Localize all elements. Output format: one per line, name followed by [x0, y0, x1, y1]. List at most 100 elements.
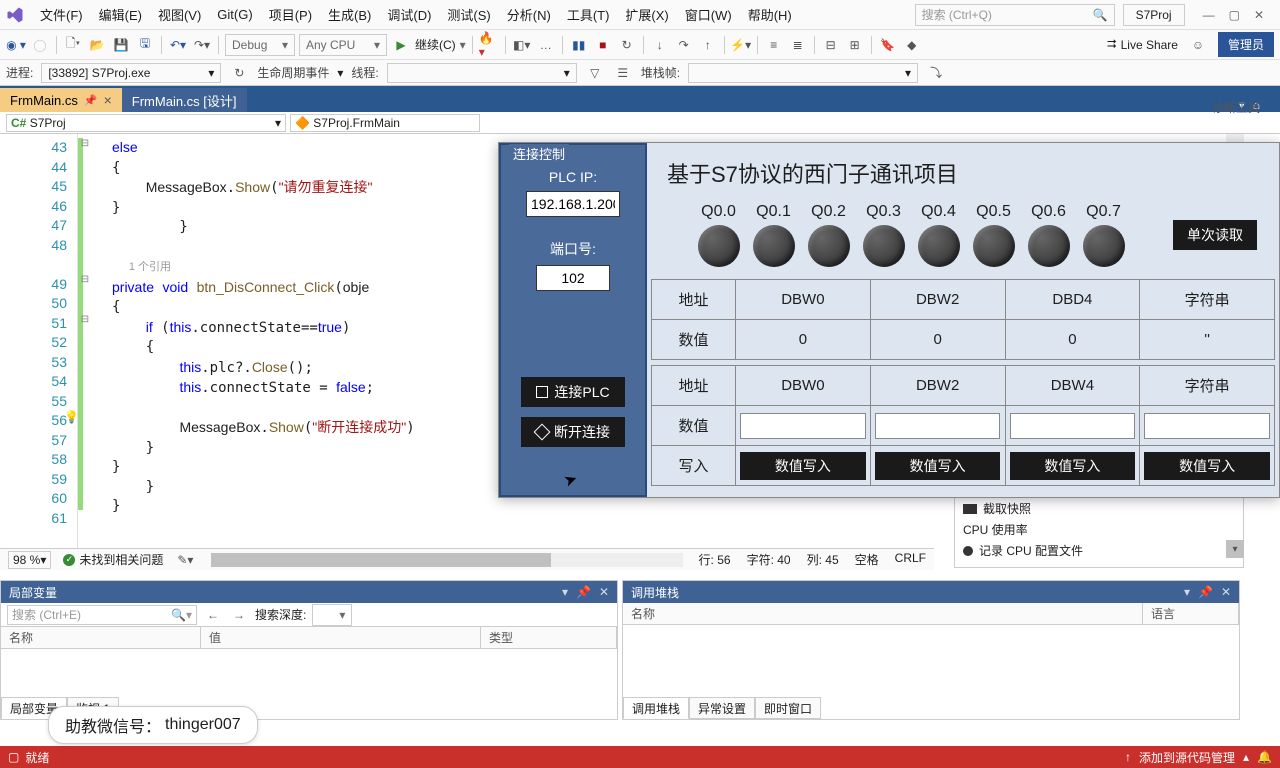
write-input-2[interactable] [1010, 413, 1136, 439]
comment-icon[interactable]: ⊟ [821, 35, 841, 55]
save-icon[interactable]: 💾 [111, 35, 131, 55]
new-file-icon[interactable]: 🗋▾ [63, 35, 83, 55]
close-panel-icon[interactable]: ✕ [1221, 585, 1231, 599]
indent-icon[interactable]: ≡ [764, 35, 784, 55]
menu-build[interactable]: 生成(B) [320, 1, 379, 28]
tab-callstack[interactable]: 调用堆栈 [623, 697, 689, 719]
bookmark-icon[interactable]: 🔖 [878, 35, 898, 55]
hotreload-icon[interactable]: 🔥▾ [479, 35, 499, 55]
undo-icon[interactable]: ↶▾ [168, 35, 188, 55]
brush-icon[interactable]: ✎▾ [175, 550, 195, 570]
disconnect-button[interactable]: 断开连接 [521, 417, 625, 447]
diagnostic-tools-header[interactable]: 诊断工具 [1212, 100, 1260, 114]
snapshot-button[interactable]: 截取快照 [963, 498, 1235, 519]
callstack-header[interactable]: 调用堆栈 ▾ 📌 ✕ [623, 581, 1239, 603]
stack-tool-icon[interactable]: ⤵ [926, 63, 946, 83]
tool-a-icon[interactable]: ⚡▾ [731, 35, 751, 55]
locals-header[interactable]: 局部变量 ▾ 📌 ✕ [1, 581, 617, 603]
fold-icon[interactable]: ⊟ [78, 274, 92, 285]
nav-project-dropdown[interactable]: C# S7Proj▾ [6, 114, 286, 132]
live-share-button[interactable]: ⮆ Live Share [1101, 37, 1184, 52]
continue-icon[interactable]: ▶ [391, 35, 411, 55]
maximize-button[interactable]: ▢ [1229, 8, 1240, 22]
write-input-0[interactable] [740, 413, 866, 439]
pin-panel-icon[interactable]: 📌 [576, 585, 591, 599]
menu-test[interactable]: 测试(S) [439, 1, 498, 28]
stackframe-dropdown[interactable]: ▾ [688, 63, 918, 83]
chevron-up-icon[interactable]: ▴ [1243, 750, 1249, 764]
depth-dropdown[interactable]: ▾ [312, 604, 352, 626]
source-control-button[interactable]: 添加到源代码管理 [1139, 749, 1235, 766]
forward-icon[interactable]: ◯ [30, 35, 50, 55]
fold-icon[interactable]: ⊟ [78, 314, 92, 325]
platform-dropdown[interactable]: Any CPU▾ [299, 34, 387, 56]
screenshot-icon[interactable]: … [536, 35, 556, 55]
lightbulb-icon[interactable]: 💡 [64, 408, 79, 428]
nav-back-icon[interactable]: ← [203, 605, 223, 625]
nav-class-dropdown[interactable]: 🔶 S7Proj.FrmMain [290, 114, 480, 132]
saveall-icon[interactable]: 🖫 [135, 35, 155, 55]
browser-icon[interactable]: ◧▾ [512, 35, 532, 55]
menu-help[interactable]: 帮助(H) [740, 1, 800, 28]
outdent-icon[interactable]: ≣ [788, 35, 808, 55]
write-btn-2[interactable]: 数值写入 [1010, 452, 1136, 480]
menu-project[interactable]: 项目(P) [261, 1, 320, 28]
open-icon[interactable]: 📂 [87, 35, 107, 55]
threads-icon[interactable]: ☰ [613, 63, 633, 83]
record-cpu-button[interactable]: 记录 CPU 配置文件 [963, 540, 1235, 561]
thread-dropdown[interactable]: ▾ [387, 63, 577, 83]
menu-file[interactable]: 文件(F) [32, 1, 91, 28]
error-list-summary[interactable]: ✓ 未找到相关问题 [63, 551, 163, 568]
menu-tools[interactable]: 工具(T) [559, 1, 618, 28]
tab-exception-settings[interactable]: 异常设置 [689, 697, 755, 719]
pin-panel-icon[interactable]: 📌 [1198, 585, 1213, 599]
title-search[interactable]: 搜索 (Ctrl+Q) 🔍 [915, 4, 1115, 26]
write-input-1[interactable] [875, 413, 1001, 439]
uncomment-icon[interactable]: ⊞ [845, 35, 865, 55]
write-btn-0[interactable]: 数值写入 [740, 452, 866, 480]
restart-icon[interactable]: ↻ [617, 35, 637, 55]
write-input-3[interactable] [1144, 413, 1270, 439]
menu-extensions[interactable]: 扩展(X) [617, 1, 676, 28]
tab-frmmain-designer[interactable]: FrmMain.cs [设计] [122, 88, 247, 112]
read-once-button[interactable]: 单次读取 [1173, 220, 1257, 250]
ip-input[interactable] [526, 191, 620, 217]
diag-scroll-down[interactable]: ▾ [1226, 540, 1244, 558]
tab-frmmain-cs[interactable]: FrmMain.cs 📌 × [0, 88, 122, 112]
pause-icon[interactable]: ▮▮ [569, 35, 589, 55]
upload-icon[interactable]: ↑ [1125, 750, 1131, 764]
menu-edit[interactable]: 编辑(E) [91, 1, 150, 28]
fold-icon[interactable]: ⊟ [78, 138, 92, 149]
notifications-icon[interactable]: 🔔 [1257, 750, 1272, 764]
pin-icon[interactable]: 📌 [84, 94, 98, 107]
feedback-icon[interactable]: ☺ [1188, 35, 1208, 55]
panel-dropdown-icon[interactable]: ▾ [562, 585, 568, 599]
back-icon[interactable]: ◉ ▾ [6, 35, 26, 55]
stepinto-icon[interactable]: ↓ [650, 35, 670, 55]
minimize-button[interactable]: — [1203, 8, 1215, 22]
locals-search[interactable]: 搜索 (Ctrl+E) 🔍▾ [7, 605, 197, 625]
tab-immediate[interactable]: 即时窗口 [755, 697, 821, 719]
stepout-icon[interactable]: ↑ [698, 35, 718, 55]
filter-icon[interactable]: ▽ [585, 63, 605, 83]
write-btn-3[interactable]: 数值写入 [1144, 452, 1270, 480]
stop-icon[interactable]: ■ [593, 35, 613, 55]
refresh-process-icon[interactable]: ↻ [229, 63, 249, 83]
port-input[interactable] [536, 265, 610, 291]
write-btn-1[interactable]: 数值写入 [875, 452, 1001, 480]
connect-plc-button[interactable]: 连接PLC [521, 377, 625, 407]
menu-window[interactable]: 窗口(W) [677, 1, 740, 28]
menu-git[interactable]: Git(G) [209, 3, 260, 26]
stepover-icon[interactable]: ↷ [674, 35, 694, 55]
process-dropdown[interactable]: [33892] S7Proj.exe▾ [41, 63, 221, 83]
config-dropdown[interactable]: Debug▾ [225, 34, 295, 56]
continue-button[interactable]: 继续(C) [415, 36, 456, 53]
menu-debug[interactable]: 调试(D) [379, 1, 439, 28]
zoom-dropdown[interactable]: 98 % ▾ [8, 551, 51, 569]
panel-dropdown-icon[interactable]: ▾ [1184, 585, 1190, 599]
close-panel-icon[interactable]: ✕ [599, 585, 609, 599]
bookmark2-icon[interactable]: ◆ [902, 35, 922, 55]
menu-analyze[interactable]: 分析(N) [499, 1, 559, 28]
close-button[interactable]: ✕ [1254, 8, 1264, 22]
close-tab-icon[interactable]: × [104, 92, 112, 108]
